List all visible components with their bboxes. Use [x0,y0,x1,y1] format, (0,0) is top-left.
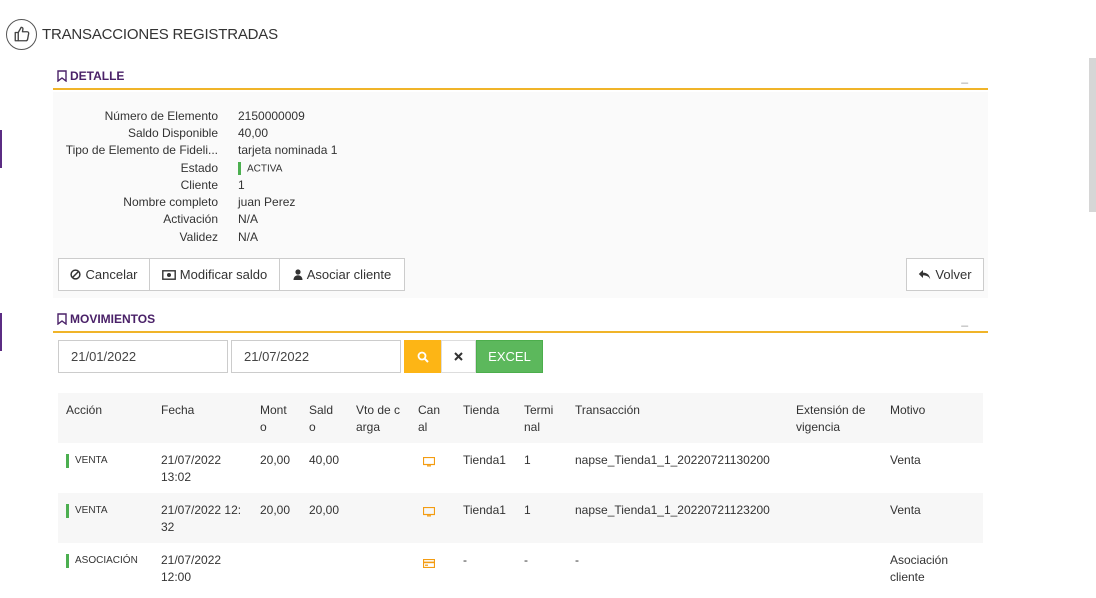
field-value: juan Perez [238,195,296,209]
column-header-canal: Can al [418,403,441,434]
field-value: 1 [238,178,245,192]
field-value: N/A [238,212,259,226]
action-cell: ASOCIACIÓN [75,555,138,566]
column-header-accion: Acción [66,403,103,417]
field-label: Estado [180,161,218,175]
table-header: Acción Fecha Mont o Sald o Vto de c arga Ca… [58,393,983,443]
detail-row-nombre: Nombre completo juan Perez [53,195,295,212]
monitor-icon [422,505,436,522]
detail-row-saldo: Saldo Disponible 40,00 [53,126,268,143]
column-header-transaccion: Transacción [575,403,640,417]
status-badge: ACTIVA [238,161,283,176]
reason-cell: Asociación cliente [890,553,949,584]
money-icon [161,269,176,280]
page-header: TRANSACCIONES REGISTRADAS [6,18,278,50]
bookmark-icon [57,313,67,325]
status-indicator [238,162,241,176]
ban-icon [70,269,82,280]
movements-section-header: MOVIMIENTOS _ [53,311,988,333]
balance-cell: 20,00 [309,503,340,517]
search-icon [417,351,429,363]
cancel-button[interactable]: Cancelar [58,258,150,291]
detail-section-title: DETALLE [57,69,124,83]
reply-icon [919,270,931,280]
column-header-extension: Extensión de vigencia [796,403,866,434]
date-cell: 21/07/2022 13:02 [161,453,222,484]
user-icon [293,269,303,280]
table-row[interactable]: VENTA 21/07/2022 12: 32 20,00 20,00 Tiend… [58,493,983,543]
action-indicator [66,504,69,518]
date-to-input[interactable]: 21/07/2022 [231,340,401,373]
column-header-terminal: Termi nal [524,403,554,434]
detail-row-numero: Número de Elemento 2150000009 [53,109,305,126]
page-title: TRANSACCIONES REGISTRADAS [42,25,278,43]
column-header-tienda: Tienda [463,403,500,417]
column-header-fecha: Fecha [161,403,195,417]
field-label: Validez [179,230,218,244]
amount-cell: 20,00 [260,503,291,517]
column-header-motivo: Motivo [890,403,926,417]
field-label: Número de Elemento [104,109,218,123]
modify-balance-button[interactable]: Modificar saldo [149,258,280,291]
bookmark-icon [57,70,67,82]
close-icon [454,352,463,361]
clear-button[interactable] [441,340,476,373]
field-value: N/A [238,230,259,244]
detail-row-estado: Estado ACTIVA [53,161,282,178]
detail-row-validez: Validez N/A [53,230,258,247]
amount-cell: 20,00 [260,453,291,467]
movements-collapse-button[interactable]: _ [961,313,968,327]
page: TRANSACCIONES REGISTRADAS DETALLE _ Núme… [0,0,1096,598]
table-row[interactable]: ASOCIACIÓN 21/07/2022 12:00 - - - Asociac… [58,543,983,593]
detail-row-tipo: Tipo de Elemento de Fideli... tarjeta no… [53,143,338,160]
action-cell: VENTA [75,505,108,516]
transaction-cell: napse_Tienda1_1_20220721130200 [575,453,770,467]
field-value: tarjeta nominada 1 [238,143,338,157]
back-button[interactable]: Volver [906,258,984,291]
action-indicator [66,554,69,568]
field-label: Activación [163,212,218,226]
store-cell: Tienda1 [463,453,506,467]
detail-row-activacion: Activación N/A [53,212,258,229]
column-header-vto-carga: Vto de c arga [356,403,401,434]
action-cell: VENTA [75,455,108,466]
column-header-monto: Mont o [260,403,287,434]
date-cell: 21/07/2022 12:00 [161,553,222,584]
field-label: Saldo Disponible [127,126,218,140]
date-cell: 21/07/2022 12: 32 [161,503,242,534]
field-value: 40,00 [238,126,269,140]
detail-row-cliente: Cliente 1 [53,178,245,195]
reason-cell: Venta [890,503,921,517]
detail-section-header: DETALLE _ [53,68,988,90]
search-button[interactable] [404,340,441,373]
date-from-input[interactable]: 21/01/2022 [58,340,228,373]
store-cell: Tienda1 [463,503,506,517]
terminal-cell: - [524,553,528,567]
field-label: Tipo de Elemento de Fideli... [65,143,218,157]
thumbs-up-icon [6,18,37,50]
movements-section-title: MOVIMIENTOS [57,312,155,326]
terminal-cell: 1 [524,503,531,517]
left-accent-mark [0,130,2,168]
detail-collapse-button[interactable]: _ [961,70,968,84]
terminal-cell: 1 [524,453,531,467]
table-row[interactable]: VENTA 21/07/2022 13:02 20,00 40,00 Tienda… [58,443,983,493]
monitor-icon [422,455,436,472]
column-header-saldo: Sald o [309,403,334,434]
scrollbar[interactable] [1089,58,1096,212]
field-label: Cliente [180,178,218,192]
field-value: 2150000009 [238,109,305,123]
transaction-cell: - [575,553,579,567]
transaction-cell: napse_Tienda1_1_20220721123200 [575,503,770,517]
card-icon [422,556,436,573]
field-label: Nombre completo [123,195,218,209]
status-text: ACTIVA [247,163,283,175]
action-indicator [66,454,69,468]
associate-client-button[interactable]: Asociar cliente [279,258,405,291]
balance-cell: 40,00 [309,453,340,467]
left-accent-mark [0,313,2,351]
store-cell: - [463,553,467,567]
excel-export-button[interactable]: EXCEL [476,340,543,373]
reason-cell: Venta [890,453,921,467]
